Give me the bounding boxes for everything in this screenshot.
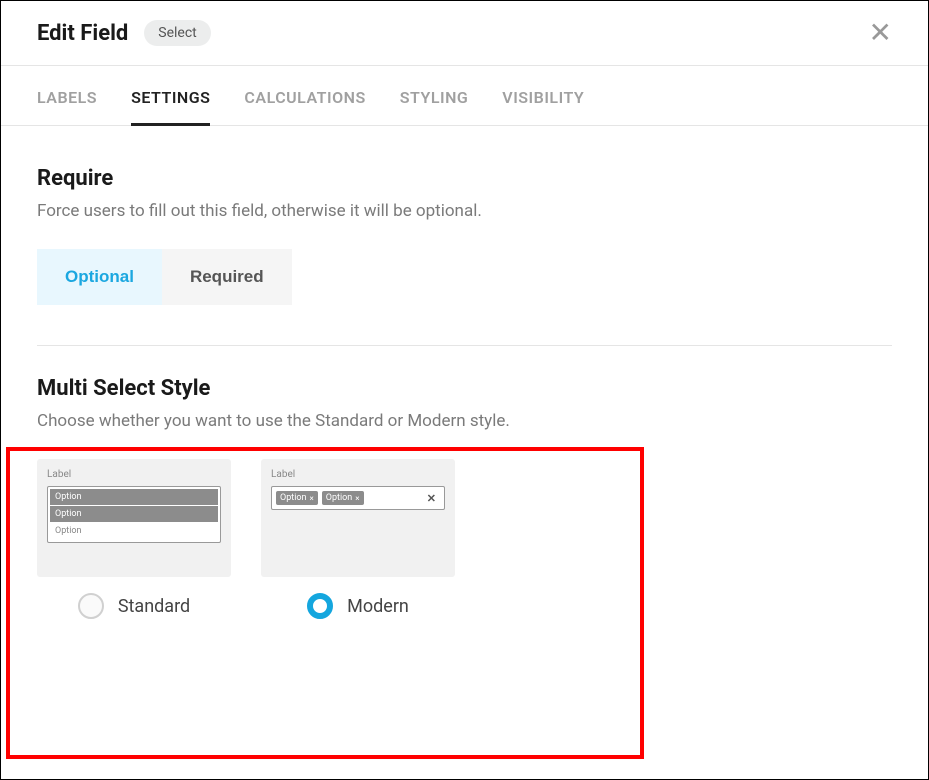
- require-toggle: Optional Required: [37, 249, 292, 305]
- tab-visibility[interactable]: VISIBILITY: [502, 66, 584, 125]
- multiselect-desc: Choose whether you want to use the Stand…: [37, 411, 892, 431]
- field-type-badge: Select: [144, 20, 210, 46]
- multiselect-title: Multi Select Style: [37, 376, 892, 401]
- preview-chip: Option×: [322, 491, 364, 505]
- require-title: Require: [37, 166, 892, 191]
- tab-calculations[interactable]: CALCULATIONS: [244, 66, 365, 125]
- preview-listbox: Option Option Option: [47, 486, 221, 543]
- tab-styling[interactable]: STYLING: [400, 66, 469, 125]
- section-divider: [37, 345, 892, 346]
- tab-labels[interactable]: LABELS: [37, 66, 97, 125]
- radio-modern[interactable]: Modern: [261, 593, 455, 619]
- preview-option: Option: [50, 523, 218, 539]
- preview-label: Label: [47, 469, 221, 480]
- dialog-header: Edit Field Select ✕: [1, 1, 928, 66]
- dialog-title: Edit Field: [37, 21, 128, 46]
- style-preview-standard[interactable]: Label Option Option Option: [37, 459, 231, 577]
- radio-icon: [307, 593, 333, 619]
- tabs-nav: LABELS SETTINGS CALCULATIONS STYLING VIS…: [1, 66, 928, 126]
- style-preview-modern[interactable]: Label Option× Option× ✕: [261, 459, 455, 577]
- tab-settings[interactable]: SETTINGS: [131, 66, 210, 125]
- preview-label: Label: [271, 469, 445, 480]
- close-icon: ✕: [869, 17, 892, 48]
- optional-button[interactable]: Optional: [37, 249, 162, 305]
- require-desc: Force users to fill out this field, othe…: [37, 201, 892, 221]
- radio-label: Standard: [118, 596, 190, 617]
- preview-option: Option: [50, 506, 218, 522]
- chip-remove-icon: ×: [309, 494, 313, 503]
- preview-chip-row: Option× Option× ✕: [271, 486, 445, 510]
- preview-option: Option: [50, 489, 218, 505]
- clear-icon: ✕: [427, 492, 440, 505]
- radio-standard[interactable]: Standard: [37, 593, 231, 619]
- close-button[interactable]: ✕: [869, 19, 892, 47]
- preview-chip: Option×: [276, 491, 318, 505]
- radio-icon: [78, 593, 104, 619]
- required-button[interactable]: Required: [162, 249, 292, 305]
- chip-remove-icon: ×: [355, 494, 359, 503]
- radio-label: Modern: [347, 596, 409, 617]
